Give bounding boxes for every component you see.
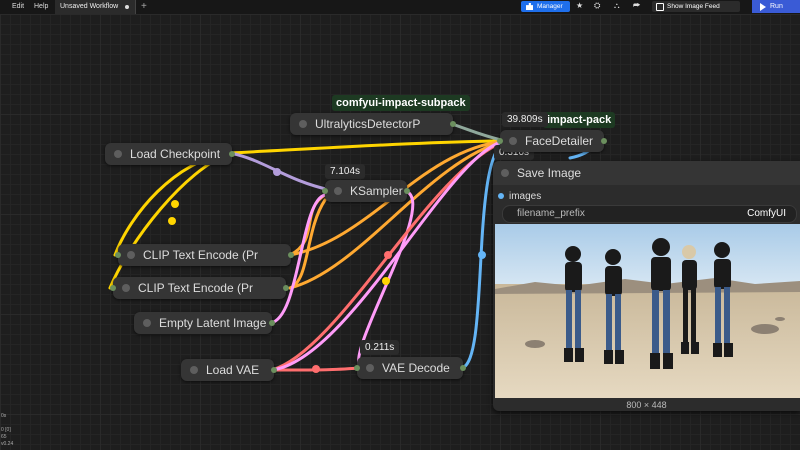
stats-line-3: 65: [1, 434, 7, 440]
stats-line-2: 0 [0]: [1, 427, 11, 433]
stats-line-1: 0s: [1, 413, 7, 419]
subpack-badge: comfyui-impact-subpack: [332, 95, 470, 111]
collapse-dot-icon[interactable]: [190, 366, 198, 374]
node-title: KSampler: [350, 184, 403, 198]
collapse-dot-icon[interactable]: [509, 137, 517, 145]
node-load-checkpoint[interactable]: Load Checkpoint: [105, 143, 235, 165]
node-ultralytics-detector[interactable]: UltralyticsDetectorP: [290, 113, 456, 135]
output-port[interactable]: [404, 188, 410, 194]
node-vae-decode[interactable]: VAE Decode: [354, 357, 466, 379]
node-title: CLIP Text Encode (Pr: [138, 281, 253, 295]
node-load-vae[interactable]: Load VAE: [181, 359, 277, 381]
node-title: VAE Decode: [382, 361, 450, 375]
output-port[interactable]: [601, 138, 607, 144]
generated-image: [495, 224, 800, 398]
save-image-header[interactable]: Save Image: [493, 161, 800, 185]
input-port[interactable]: [322, 188, 328, 194]
node-title: Empty Latent Image: [159, 316, 267, 330]
input-port[interactable]: [497, 138, 503, 144]
collapse-dot-icon[interactable]: [127, 251, 135, 259]
output-port[interactable]: [283, 285, 289, 291]
node-save-image[interactable]: Save Image images filename_prefix ComfyU…: [493, 161, 800, 411]
ksampler-time-badge: 7.104s: [325, 164, 366, 179]
node-clip-text-encode-2[interactable]: CLIP Text Encode (Pr: [110, 277, 289, 299]
collapse-dot-icon[interactable]: [114, 150, 122, 158]
input-port[interactable]: [115, 252, 121, 258]
stats-line-4: v0.24: [1, 441, 14, 447]
output-image-preview[interactable]: [495, 224, 800, 398]
node-ksampler[interactable]: KSampler: [322, 180, 410, 202]
collapse-dot-icon[interactable]: [366, 364, 374, 372]
node-clip-text-encode-1[interactable]: CLIP Text Encode (Pr: [115, 244, 294, 266]
images-input-port[interactable]: [498, 193, 504, 199]
node-title: CLIP Text Encode (Pr: [143, 248, 258, 262]
output-port[interactable]: [271, 367, 277, 373]
images-label: images: [509, 191, 542, 202]
input-port[interactable]: [354, 365, 360, 371]
collapse-dot-icon[interactable]: [501, 169, 509, 177]
collapse-dot-icon[interactable]: [299, 120, 307, 128]
vaedecode-time-badge: 0.211s: [360, 340, 400, 355]
image-dimensions: 800 × 448: [626, 400, 667, 410]
collapse-dot-icon[interactable]: [334, 187, 342, 195]
node-title: Load VAE: [206, 363, 260, 377]
node-empty-latent-image[interactable]: Empty Latent Image: [134, 312, 275, 334]
wire-clip-3: [228, 139, 502, 155]
node-title: Load Checkpoint: [130, 147, 221, 161]
node-title: FaceDetailer: [525, 134, 594, 148]
impact-pack-badge: impact-pack: [543, 112, 616, 128]
filename-prefix-value: ComfyUI: [747, 208, 786, 219]
facedetailer-time-badge: 39.809s: [502, 112, 548, 127]
filename-prefix-label: filename_prefix: [517, 208, 585, 219]
output-port[interactable]: [450, 121, 456, 127]
output-port[interactable]: [229, 151, 235, 157]
collapse-dot-icon[interactable]: [122, 284, 130, 292]
node-face-detailer[interactable]: FaceDetailer: [497, 130, 607, 152]
filename-prefix-field[interactable]: filename_prefix ComfyUI: [502, 205, 797, 223]
output-port[interactable]: [288, 252, 294, 258]
output-port[interactable]: [269, 320, 275, 326]
node-title: UltralyticsDetectorP: [315, 117, 421, 131]
input-port[interactable]: [110, 285, 116, 291]
output-port[interactable]: [460, 365, 466, 371]
node-title: Save Image: [517, 166, 582, 180]
collapse-dot-icon[interactable]: [143, 319, 151, 327]
